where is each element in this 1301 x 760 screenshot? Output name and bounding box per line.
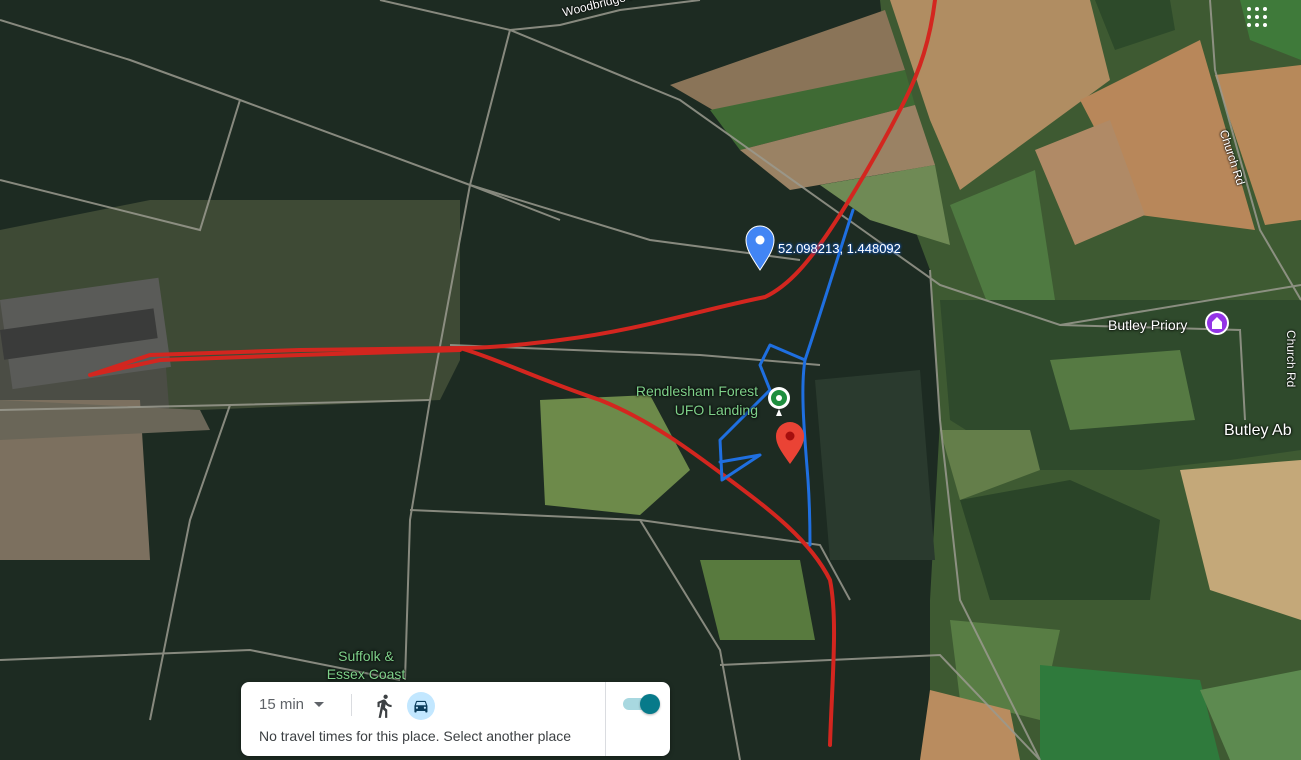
- walk-icon[interactable]: [371, 693, 397, 719]
- duration-dropdown[interactable]: 15 min: [259, 696, 325, 713]
- chevron-down-icon: [314, 702, 325, 707]
- poi-label-line1: Rendlesham Forest: [635, 383, 758, 399]
- place-label-suffolk-essex-coast[interactable]: Suffolk & Essex Coast: [318, 647, 414, 683]
- suffolk-line2: Essex Coast: [326, 666, 406, 682]
- road-label-church-rd-south: Church Rd: [1284, 330, 1298, 388]
- apps-grid-icon[interactable]: [1244, 4, 1270, 30]
- dropped-pin-coordinates: 52.098213, 1.448092: [778, 241, 901, 256]
- place-label-butley-priory[interactable]: Butley Priory: [1108, 317, 1187, 333]
- travel-message: No travel times for this place. Select a…: [259, 728, 572, 744]
- poi-label-line2: UFO Landing: [674, 402, 758, 418]
- place-label-butley-abbey[interactable]: Butley Ab: [1224, 422, 1292, 440]
- divider: [605, 682, 606, 756]
- car-icon[interactable]: [407, 692, 435, 720]
- suffolk-line1: Suffolk &: [338, 648, 394, 664]
- travel-time-panel: 15 min No travel times for this place. S…: [241, 682, 670, 756]
- duration-value: 15 min: [259, 696, 305, 713]
- travel-time-toggle[interactable]: [623, 694, 660, 714]
- place-of-worship-icon[interactable]: [1205, 311, 1229, 335]
- divider: [351, 694, 352, 716]
- satellite-map[interactable]: [0, 0, 1301, 760]
- toggle-knob: [640, 694, 660, 714]
- poi-label[interactable]: Rendlesham Forest UFO Landing: [606, 382, 758, 420]
